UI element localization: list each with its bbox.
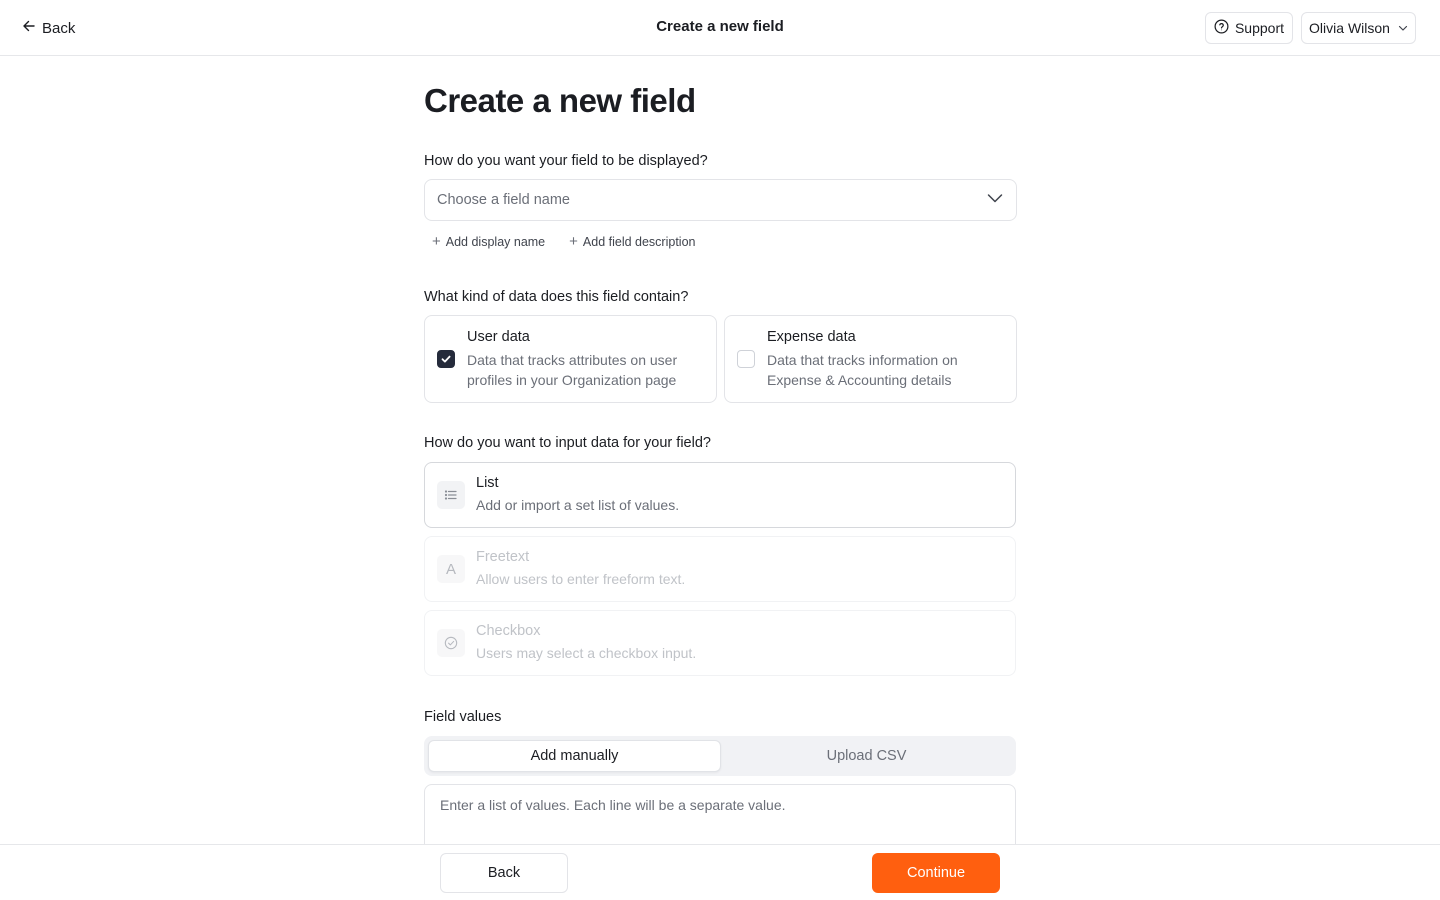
user-name: Olivia Wilson (1309, 20, 1390, 36)
input-type-description: Add or import a set list of values. (476, 497, 680, 513)
data-kind-description: Data that tracks attributes on user prof… (467, 352, 678, 388)
footer-bar: Back Continue (0, 844, 1440, 900)
tab-add-manually[interactable]: Add manually (428, 740, 721, 772)
input-type-list[interactable]: List Add or import a set list of values. (424, 462, 1016, 528)
page-title: Create a new field (424, 82, 696, 119)
add-display-name-label: Add display name (445, 234, 546, 249)
help-circle-icon (1214, 19, 1229, 37)
field-values-label: Field values (424, 709, 502, 725)
data-kind-card-expense-data[interactable]: Expense data Data that tracks informatio… (724, 315, 1017, 403)
data-kind-card-user-data[interactable]: User data Data that tracks attributes on… (424, 315, 717, 403)
add-field-description-button[interactable]: + Add field description (569, 234, 695, 249)
letter-a-icon: A (437, 555, 465, 583)
input-type-title: List (476, 475, 499, 491)
chevron-down-icon (986, 189, 1004, 212)
input-type-description: Users may select a checkbox input. (476, 645, 697, 661)
check-circle-icon (437, 629, 465, 657)
data-kind-description: Data that tracks information on Expense … (767, 352, 958, 388)
list-icon (437, 481, 465, 509)
plus-icon: + (432, 233, 441, 250)
plus-icon: + (569, 233, 578, 250)
input-type-freetext[interactable]: A Freetext Allow users to enter freeform… (424, 536, 1016, 602)
user-data-checkbox[interactable] (437, 350, 455, 368)
support-button[interactable]: Support (1205, 12, 1293, 44)
top-bar: Back Create a new field Support Olivia W… (0, 0, 1440, 56)
input-type-checkbox[interactable]: Checkbox Users may select a checkbox inp… (424, 610, 1016, 676)
input-type-title: Checkbox (476, 623, 541, 639)
field-options-links: + Add display name + Add field descripti… (432, 234, 695, 249)
tab-upload-csv[interactable]: Upload CSV (721, 740, 1012, 772)
expense-data-checkbox[interactable] (737, 350, 755, 368)
support-label: Support (1234, 20, 1285, 36)
data-kind-question: What kind of data does this field contai… (424, 289, 689, 305)
display-question: How do you want your field to be display… (424, 153, 708, 169)
field-values-tabs: Add manually Upload CSV (424, 736, 1016, 776)
back-button[interactable]: Back (440, 853, 568, 893)
field-name-select[interactable]: Choose a field name (424, 179, 1017, 221)
data-kind-title: User data (467, 329, 530, 345)
field-name-select-placeholder: Choose a field name (437, 192, 570, 208)
data-kind-title: Expense data (767, 329, 856, 345)
user-menu-button[interactable]: Olivia Wilson (1301, 12, 1416, 44)
input-type-title: Freetext (476, 549, 530, 565)
add-field-description-label: Add field description (582, 234, 696, 249)
chevron-down-icon (1398, 20, 1408, 36)
input-question: How do you want to input data for your f… (424, 435, 711, 451)
continue-button[interactable]: Continue (872, 853, 1000, 893)
input-type-description: Allow users to enter freeform text. (476, 571, 686, 587)
add-display-name-button[interactable]: + Add display name (432, 234, 545, 249)
